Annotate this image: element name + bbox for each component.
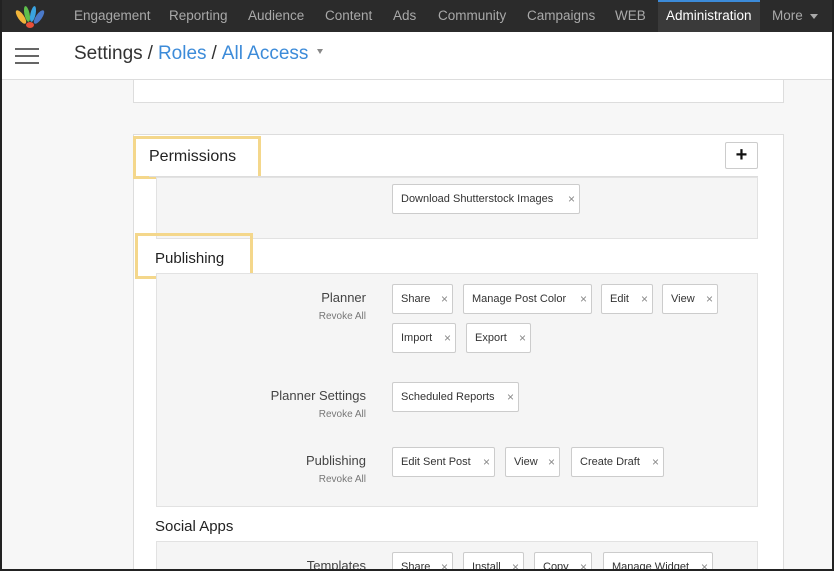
close-icon[interactable]: × (706, 285, 713, 313)
nav-campaigns[interactable]: Campaigns (527, 0, 595, 32)
top-nav: Engagement Reporting Audience Content Ad… (2, 0, 832, 32)
permission-tag: Install × (463, 552, 524, 571)
permission-tag-label: Share (401, 561, 431, 571)
permission-tag: Import × (392, 323, 456, 353)
close-icon[interactable]: × (641, 285, 648, 313)
close-icon[interactable]: × (519, 324, 526, 352)
permission-group-label: Publishing (306, 453, 366, 468)
breadcrumb: Settings / Roles / All Access (74, 43, 324, 65)
permission-group-label: Templates (306, 558, 366, 571)
close-icon[interactable]: × (568, 185, 575, 213)
permission-tag-label: View (514, 456, 538, 468)
nav-community[interactable]: Community (438, 0, 506, 32)
nav-content[interactable]: Content (325, 0, 372, 32)
permission-tag: View × (505, 447, 560, 477)
close-icon[interactable]: × (652, 448, 659, 476)
permission-tag-label: Edit Sent Post (401, 456, 471, 468)
breadcrumb-roles[interactable]: Roles (158, 43, 207, 64)
permission-tag: Share × (392, 284, 453, 314)
previous-panel (133, 80, 784, 103)
nav-reporting[interactable]: Reporting (169, 0, 228, 32)
nav-more[interactable]: More (772, 0, 818, 32)
page-header: Settings / Roles / All Access (2, 32, 832, 80)
publishing-title: Publishing (155, 250, 225, 267)
revoke-all-link[interactable]: Revoke All (319, 409, 366, 420)
permission-tag-label: Download Shutterstock Images (401, 193, 554, 205)
permission-tag-label: Export (475, 332, 507, 344)
close-icon[interactable]: × (548, 448, 555, 476)
sprinklr-logo-icon[interactable] (12, 3, 46, 29)
permission-tag-label: View (671, 293, 695, 305)
nav-administration[interactable]: Administration (658, 0, 760, 32)
nav-audience[interactable]: Audience (248, 0, 304, 32)
close-icon[interactable]: × (580, 553, 587, 569)
add-permission-button[interactable]: + (725, 142, 758, 169)
chevron-down-icon (809, 13, 818, 19)
permission-tag-label: Create Draft (580, 456, 640, 468)
breadcrumb-role-dropdown[interactable]: All Access (222, 43, 309, 64)
permission-tag: Scheduled Reports × (392, 382, 519, 412)
permissions-title: Permissions (149, 148, 237, 165)
permission-tag: View × (662, 284, 718, 314)
permission-tag: Edit × (601, 284, 653, 314)
close-icon[interactable]: × (441, 553, 448, 569)
permission-tag-label: Edit (610, 293, 629, 305)
permission-tag-label: Manage Post Color (472, 293, 567, 305)
close-icon[interactable]: × (441, 285, 448, 313)
permission-group-label: Planner (321, 290, 366, 305)
permission-tag: Edit Sent Post × (392, 447, 495, 477)
chevron-down-icon[interactable] (317, 49, 324, 55)
breadcrumb-separator: / (147, 43, 153, 64)
nav-ads[interactable]: Ads (393, 0, 416, 32)
nav-more-label: More (772, 8, 803, 23)
nav-web[interactable]: WEB (615, 0, 646, 32)
permission-tag: Copy × (534, 552, 592, 571)
close-icon[interactable]: × (507, 383, 514, 411)
permission-tag-label: Import (401, 332, 433, 344)
permission-tag: Download Shutterstock Images × (392, 184, 580, 214)
permission-tag-label: Install (472, 561, 501, 571)
close-icon[interactable]: × (701, 553, 708, 569)
hamburger-menu-icon[interactable] (15, 48, 39, 64)
breadcrumb-separator: / (211, 43, 217, 64)
breadcrumb-settings: Settings (74, 43, 143, 64)
permission-tag-label: Manage Widget (612, 561, 690, 571)
permission-tag: Export × (466, 323, 531, 353)
permission-group-label: Planner Settings (270, 388, 366, 403)
permission-tag: Manage Widget × (603, 552, 713, 571)
social-apps-title: Social Apps (155, 518, 234, 535)
permission-tag: Share × (392, 552, 453, 571)
revoke-all-link[interactable]: Revoke All (319, 311, 366, 322)
revoke-all-link[interactable]: Revoke All (319, 474, 366, 485)
app-frame: Engagement Reporting Audience Content Ad… (0, 0, 834, 571)
permission-tag-label: Share (401, 293, 431, 305)
permission-tag-label: Copy (543, 561, 569, 571)
close-icon[interactable]: × (580, 285, 587, 313)
permission-tag: Manage Post Color × (463, 284, 592, 314)
close-icon[interactable]: × (483, 448, 490, 476)
close-icon[interactable]: × (512, 553, 519, 569)
permission-tag-label: Scheduled Reports (401, 391, 495, 403)
close-icon[interactable]: × (444, 324, 451, 352)
nav-engagement[interactable]: Engagement (74, 0, 151, 32)
permission-tag: Create Draft × (571, 447, 664, 477)
